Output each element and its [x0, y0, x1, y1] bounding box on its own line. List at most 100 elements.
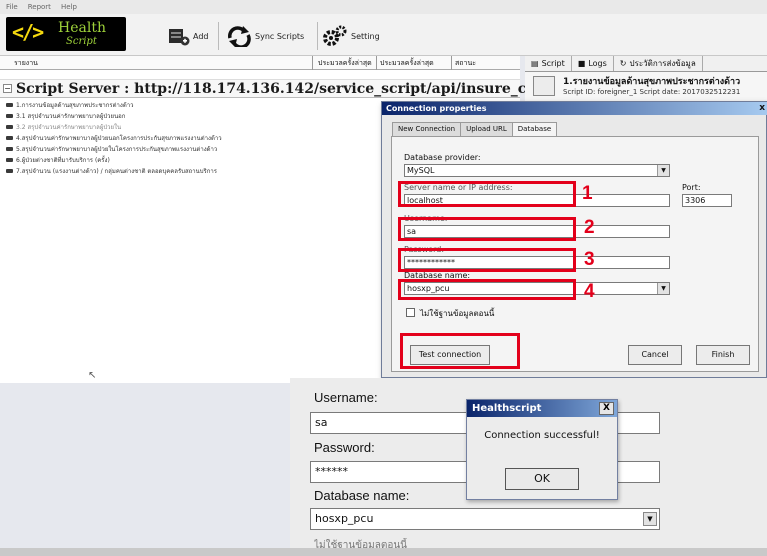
dialog-titlebar[interactable]: Connection properties x: [382, 102, 767, 115]
dbname-select[interactable]: hosxp_pcu ▼: [310, 508, 660, 530]
connection-success-messagebox: Healthscript X Connection successful! OK: [466, 399, 618, 500]
highlight-box: [398, 248, 576, 272]
script-server-header[interactable]: − Script Server : http://118.174.136.142…: [0, 80, 556, 98]
report-icon: [6, 136, 13, 140]
col-status[interactable]: สถานะ: [455, 58, 476, 69]
col-last-processed-2[interactable]: ประมวลครั้งล่าสุด: [380, 58, 434, 69]
dbname-value: hosxp_pcu: [315, 512, 374, 525]
report-icon: [6, 169, 13, 173]
report-icon: [6, 103, 13, 107]
report-icon: [6, 147, 13, 151]
no-database-checkbox[interactable]: [406, 308, 415, 317]
connection-properties-dialog: Connection properties x New Connection U…: [381, 101, 767, 378]
username-label: Username:: [314, 390, 378, 405]
tab-upload-url[interactable]: Upload URL: [460, 122, 513, 136]
report-icon: [6, 125, 13, 129]
tree-item-label: 7.สรุปจำนวน (แรงงานต่างด้าว) / กลุ่มคนต่…: [16, 168, 218, 175]
no-database-label: ไม่ใช้ฐานข้อมูลตอนนี้: [420, 309, 495, 318]
dbname-label: Database name:: [314, 488, 410, 503]
column-divider: [376, 56, 377, 70]
menu-report[interactable]: Report: [28, 3, 51, 11]
cancel-button[interactable]: Cancel: [628, 345, 682, 365]
col-last-processed[interactable]: ประมวลครั้งล่าสุด: [318, 58, 372, 69]
menu-help[interactable]: Help: [61, 3, 77, 11]
setting-label: Setting: [351, 31, 380, 41]
toolbar: </> Health Script Add Sync Scripts Setti…: [0, 14, 767, 56]
port-input[interactable]: 3306: [682, 194, 732, 207]
database-tab-panel: Database provider: MySQL ▼ Server name o…: [391, 136, 759, 372]
sync-scripts-button[interactable]: Sync Scripts: [226, 24, 304, 48]
tree-item-label: 3.2 สรุปจำนวนค่ารักษาพยาบาลผู้ป่วยใน: [16, 124, 122, 131]
chevron-down-icon[interactable]: ▼: [643, 512, 657, 526]
setting-button[interactable]: Setting: [322, 24, 380, 48]
report-grid-header: รายงาน ประมวลครั้งล่าสุด ประมวลครั้งล่าส…: [0, 56, 520, 70]
messagebox-title: Healthscript: [472, 403, 542, 414]
add-label: Add: [193, 31, 209, 41]
filter-row[interactable]: [0, 70, 520, 80]
detail-tabs: ▤ Script ■ Logs ↻ ประวัติการส่งข้อมูล: [525, 56, 767, 72]
step-marker: 1: [582, 183, 593, 204]
dialog-tabs: New Connection Upload URL Database: [392, 122, 558, 137]
tab-new-connection[interactable]: New Connection: [392, 122, 462, 136]
add-database-icon: [169, 29, 190, 46]
chevron-down-icon[interactable]: ▼: [657, 165, 669, 176]
tree-item[interactable]: 4.สรุปจำนวนค่ารักษาพยาบาลผู้ป่วยนอกโครงก…: [6, 133, 222, 143]
step-marker: 4: [584, 281, 595, 302]
report-icon: [6, 114, 13, 118]
script-detail: 1.รายงานข้อมูลด้านสุขภาพประชากรต่างด้าว …: [525, 72, 767, 102]
tree-item[interactable]: 7.สรุปจำนวน (แรงงานต่างด้าว) / กลุ่มคนต่…: [6, 166, 217, 176]
tree-item[interactable]: 6.ผู้ป่วยต่างชาติที่มารับบริการ (ครั้ง): [6, 155, 110, 165]
menu-file[interactable]: File: [6, 3, 18, 11]
tab-label: ประวัติการส่งข้อมูล: [629, 59, 696, 68]
tab-script[interactable]: ▤ Script: [525, 56, 572, 71]
provider-label: Database provider:: [404, 153, 481, 162]
finish-button[interactable]: Finish: [696, 345, 750, 365]
tree-item-label: 1.การงานข้อมูลด้านสุขภาพประชากรต่างด้าว: [16, 102, 134, 109]
tab-label: Script: [541, 59, 565, 68]
col-report-name[interactable]: รายงาน: [14, 58, 38, 69]
mouse-cursor-icon: ↖: [88, 370, 97, 381]
tab-database[interactable]: Database: [511, 122, 558, 137]
provider-value: MySQL: [407, 166, 435, 175]
report-icon: [6, 158, 13, 162]
dialog-title: Connection properties: [386, 104, 487, 113]
messagebox-titlebar[interactable]: Healthscript X: [467, 400, 617, 417]
toolbar-divider: [218, 22, 219, 50]
provider-select[interactable]: MySQL ▼: [404, 164, 670, 177]
tree-item[interactable]: 3.1 สรุปจำนวนค่ารักษาพยาบาลผู้ป่วยนอก: [6, 111, 125, 121]
tab-label: Logs: [588, 59, 607, 68]
logo-brand-bottom: Script: [66, 36, 97, 47]
menu-bar: File Report Help: [0, 0, 767, 14]
script-icon: ▤: [531, 59, 539, 68]
sync-icon: [228, 26, 251, 47]
gear-icon: [323, 25, 347, 46]
tree-item[interactable]: 1.การงานข้อมูลด้านสุขภาพประชากรต่างด้าว: [6, 100, 133, 110]
healthscript-logo: </> Health Script: [6, 17, 126, 51]
sync-label: Sync Scripts: [255, 31, 305, 41]
chevron-down-icon[interactable]: ▼: [657, 283, 669, 294]
step-marker: 3: [584, 249, 595, 270]
ok-button[interactable]: OK: [505, 468, 579, 490]
toolbar-divider: [317, 22, 318, 50]
step-marker: 2: [584, 217, 595, 238]
tree-item[interactable]: 5.สรุปจำนวนค่ารักษาพยาบาลผู้ป่วยในโครงกา…: [6, 144, 217, 154]
script-meta: Script ID: foreigner_1 Script date: 2017…: [563, 88, 741, 96]
highlight-box: [400, 333, 520, 369]
history-icon: ↻: [619, 59, 627, 68]
port-label: Port:: [682, 183, 701, 192]
highlight-box: [398, 217, 576, 241]
add-button[interactable]: Add: [168, 24, 209, 48]
code-tag-icon: </>: [12, 20, 44, 44]
password-label: Password:: [314, 440, 375, 455]
tab-logs[interactable]: ■ Logs: [572, 56, 614, 71]
collapse-icon[interactable]: −: [3, 84, 12, 93]
tree-item[interactable]: 3.2 สรุปจำนวนค่ารักษาพยาบาลผู้ป่วยใน: [6, 122, 121, 132]
tab-history[interactable]: ↻ ประวัติการส่งข้อมูล: [614, 56, 703, 71]
tree-item-label: 3.1 สรุปจำนวนค่ารักษาพยาบาลผู้ป่วยนอก: [16, 113, 126, 120]
highlight-box: [398, 279, 576, 300]
tree-item-label: 5.สรุปจำนวนค่ารักษาพยาบาลผู้ป่วยในโครงกา…: [16, 146, 218, 153]
script-title: 1.รายงานข้อมูลด้านสุขภาพประชากรต่างด้าว: [563, 77, 741, 87]
tree-item-label: 6.ผู้ป่วยต่างชาติที่มารับบริการ (ครั้ง): [16, 157, 110, 164]
close-icon[interactable]: X: [599, 402, 614, 415]
close-icon[interactable]: x: [759, 102, 765, 115]
